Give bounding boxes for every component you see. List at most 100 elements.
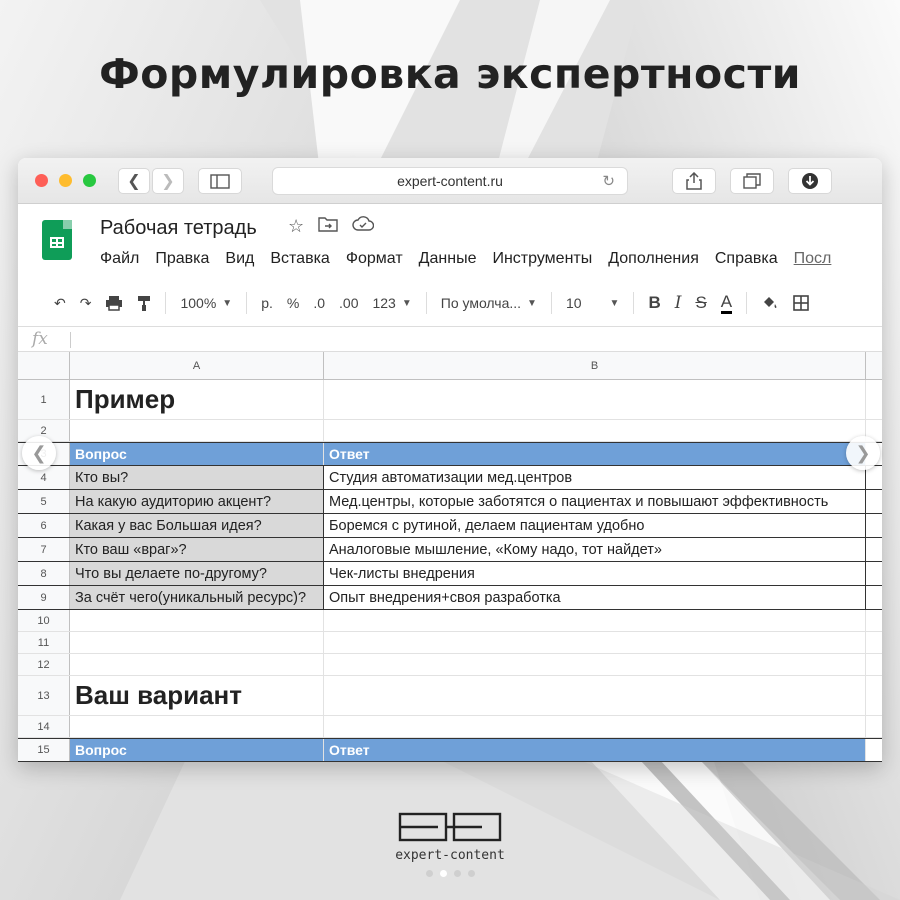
percent-format-button[interactable]: % <box>287 295 299 311</box>
move-folder-icon[interactable] <box>318 216 338 232</box>
menu-edit[interactable]: Правка <box>155 250 209 268</box>
menu-view[interactable]: Вид <box>225 250 254 268</box>
table-row: 15 Вопрос Ответ <box>18 738 882 762</box>
row-number[interactable]: 14 <box>18 716 70 737</box>
font-select[interactable]: По умолча... ▼ <box>441 295 537 311</box>
page-dot-active[interactable] <box>439 870 447 877</box>
cell-b[interactable]: Ответ <box>324 443 866 465</box>
formula-bar[interactable]: fx <box>18 326 882 352</box>
cell-b[interactable] <box>324 654 866 675</box>
strikethrough-button[interactable]: S <box>695 293 706 313</box>
cell-b[interactable]: Чек-листы внедрения <box>324 562 866 585</box>
decrease-decimal-button[interactable]: .0 <box>313 295 325 311</box>
tabs-overview-button[interactable] <box>730 168 774 194</box>
row-number[interactable]: 11 <box>18 632 70 653</box>
downloads-button[interactable] <box>788 168 832 194</box>
row-number[interactable]: 4 <box>18 466 70 489</box>
cell-b[interactable] <box>324 610 866 631</box>
close-window-button[interactable] <box>35 174 48 187</box>
table-row: 5 На какую аудиторию акцент? Мед.центры, к… <box>18 490 882 514</box>
cell-b[interactable] <box>324 632 866 653</box>
row-number[interactable]: 7 <box>18 538 70 561</box>
menu-data[interactable]: Данные <box>419 250 477 268</box>
share-button[interactable] <box>672 168 716 194</box>
sidebar-toggle-button[interactable] <box>198 168 242 194</box>
row-number[interactable]: 6 <box>18 514 70 537</box>
column-header-a[interactable]: A <box>70 352 324 379</box>
more-formats-select[interactable]: 123 ▼ <box>372 295 411 311</box>
cell-a[interactable] <box>70 610 324 631</box>
zoom-select[interactable]: 100% ▼ <box>180 295 232 311</box>
cell-b[interactable]: Аналоговые мышление, «Кому надо, тот най… <box>324 538 866 561</box>
cell-a[interactable]: Что вы делаете по-другому? <box>70 562 324 585</box>
undo-icon[interactable]: ↶ <box>54 295 66 312</box>
cell-b[interactable]: Боремся с рутиной, делаем пациентам удоб… <box>324 514 866 537</box>
row-number[interactable]: 5 <box>18 490 70 513</box>
row-number[interactable]: 15 <box>18 739 70 761</box>
fill-color-icon[interactable] <box>761 295 779 311</box>
cell-a[interactable]: Какая у вас Большая идея? <box>70 514 324 537</box>
cell-b[interactable] <box>324 380 866 419</box>
menu-file[interactable]: Файл <box>100 250 139 268</box>
cloud-status-icon[interactable] <box>352 216 375 232</box>
cell-a[interactable]: Кто ваш «враг»? <box>70 538 324 561</box>
carousel-next-button[interactable]: ❯ <box>846 436 880 470</box>
cell-a[interactable]: На какую аудиторию акцент? <box>70 490 324 513</box>
row-number[interactable]: 10 <box>18 610 70 631</box>
page-dot[interactable] <box>453 870 461 877</box>
section-heading-cell[interactable]: Ваш вариант <box>70 676 324 715</box>
text-color-button[interactable]: A <box>720 292 733 314</box>
reload-icon[interactable]: ↻ <box>602 168 615 195</box>
cell-b[interactable] <box>324 676 866 715</box>
paint-format-icon[interactable] <box>137 295 151 311</box>
cell-a[interactable]: Вопрос <box>70 739 324 761</box>
page-dot[interactable] <box>467 870 475 877</box>
row-number[interactable]: 1 <box>18 380 70 419</box>
menu-insert[interactable]: Вставка <box>270 250 329 268</box>
select-all-corner[interactable] <box>18 352 70 379</box>
italic-button[interactable]: I <box>675 293 682 313</box>
cell-b[interactable]: Мед.центры, которые заботятся о пациента… <box>324 490 866 513</box>
section-heading-cell[interactable]: Пример <box>70 380 324 419</box>
row-number[interactable]: 12 <box>18 654 70 675</box>
cell-b[interactable]: Ответ <box>324 739 866 761</box>
back-button[interactable]: ❮ <box>118 168 150 194</box>
cell-b[interactable] <box>324 716 866 737</box>
cell-a[interactable] <box>70 632 324 653</box>
menu-tools[interactable]: Инструменты <box>492 250 592 268</box>
row-number[interactable]: 9 <box>18 586 70 609</box>
cell-a[interactable] <box>70 654 324 675</box>
bold-button[interactable]: B <box>648 293 660 313</box>
cell-b[interactable]: Опыт внедрения+своя разработка <box>324 586 866 609</box>
font-size-select[interactable]: 10 ▼ <box>566 295 619 311</box>
menu-help[interactable]: Справка <box>715 250 778 268</box>
cell-a[interactable] <box>70 716 324 737</box>
row-number[interactable]: 8 <box>18 562 70 585</box>
star-icon[interactable]: ☆ <box>288 216 304 237</box>
borders-icon[interactable] <box>793 295 809 311</box>
document-title[interactable]: Рабочая тетрадь <box>100 217 257 240</box>
cell-a[interactable]: За счёт чего(уникальный ресурс)? <box>70 586 324 609</box>
google-sheets-logo-icon[interactable] <box>42 220 72 260</box>
increase-decimal-button[interactable]: .00 <box>339 295 358 311</box>
forward-button[interactable]: ❯ <box>152 168 184 194</box>
menu-addons[interactable]: Дополнения <box>608 250 699 268</box>
zoom-window-button[interactable] <box>83 174 96 187</box>
row-number[interactable]: 13 <box>18 676 70 715</box>
column-header-b[interactable]: B <box>324 352 866 379</box>
currency-format-button[interactable]: р. <box>261 295 273 311</box>
cell-b[interactable]: Студия автоматизации мед.центров <box>324 466 866 489</box>
redo-icon[interactable]: ↷ <box>80 295 92 312</box>
minimize-window-button[interactable] <box>59 174 72 187</box>
cell-a[interactable]: Кто вы? <box>70 466 324 489</box>
last-edit-link[interactable]: Посл <box>794 250 832 268</box>
cell-b[interactable] <box>324 420 866 441</box>
address-bar[interactable]: expert-content.ru ↻ <box>272 167 628 195</box>
menu-format[interactable]: Формат <box>346 250 403 268</box>
page-dot[interactable] <box>425 870 433 877</box>
print-icon[interactable] <box>105 295 123 311</box>
cell-a[interactable] <box>70 420 324 441</box>
cell-a[interactable]: Вопрос <box>70 443 324 465</box>
chevron-left-icon: ❮ <box>127 173 141 190</box>
carousel-prev-button[interactable]: ❮ <box>22 436 56 470</box>
